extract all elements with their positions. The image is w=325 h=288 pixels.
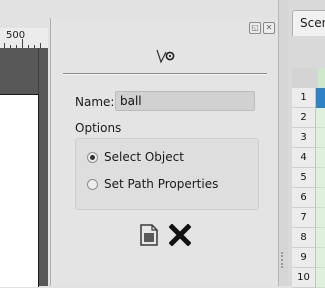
table-cell[interactable] — [316, 208, 325, 228]
row-number[interactable]: 1 — [292, 88, 316, 108]
row-number[interactable]: 9 — [292, 248, 316, 268]
close-dock-icon[interactable]: ✕ — [263, 22, 275, 34]
options-group: Select Object Set Path Properties — [75, 138, 259, 210]
table-cell[interactable] — [316, 148, 325, 168]
radio-button[interactable] — [87, 178, 98, 190]
radio-set-path-properties[interactable]: Set Path Properties — [87, 177, 218, 191]
row-number[interactable]: 2 — [292, 108, 316, 128]
row-number[interactable]: 8 — [292, 228, 316, 248]
ruler-label: 500 — [6, 30, 26, 41]
table-cell[interactable] — [316, 108, 325, 128]
header-divider — [63, 73, 267, 75]
table-cell[interactable] — [316, 168, 325, 188]
table-cell[interactable] — [316, 268, 325, 288]
float-dock-icon[interactable]: ◱ — [249, 22, 261, 34]
name-label: Name: — [75, 95, 115, 109]
table-cell[interactable] — [316, 128, 325, 148]
row-number[interactable]: 10 — [292, 268, 316, 288]
radio-label: Set Path Properties — [104, 177, 219, 191]
row-number[interactable]: 6 — [292, 188, 316, 208]
path-tool-icon — [156, 49, 175, 64]
object-properties-panel: ◱ ✕ Name: Options Select Object Set Path… — [50, 18, 279, 286]
splitter-grip-icon[interactable] — [281, 252, 285, 268]
document-icon[interactable] — [139, 223, 159, 247]
name-input[interactable] — [115, 91, 255, 111]
canvas-page[interactable] — [0, 94, 39, 287]
table-cell[interactable] — [316, 88, 325, 108]
row-number[interactable]: 4 — [292, 148, 316, 168]
radio-button[interactable] — [87, 151, 98, 163]
table-cell[interactable] — [316, 248, 325, 268]
options-title: Options — [75, 121, 122, 135]
row-number[interactable]: 5 — [292, 168, 316, 188]
table-cell[interactable] — [316, 228, 325, 248]
tab-scene[interactable]: Scen — [292, 10, 325, 36]
table-cell[interactable] — [316, 188, 325, 208]
column-header[interactable] — [318, 68, 325, 88]
radio-select-object[interactable]: Select Object — [87, 150, 184, 164]
delete-x-icon[interactable] — [169, 224, 191, 246]
row-number[interactable]: 7 — [292, 208, 316, 228]
row-number[interactable]: 3 — [292, 128, 316, 148]
radio-label: Select Object — [104, 150, 184, 164]
